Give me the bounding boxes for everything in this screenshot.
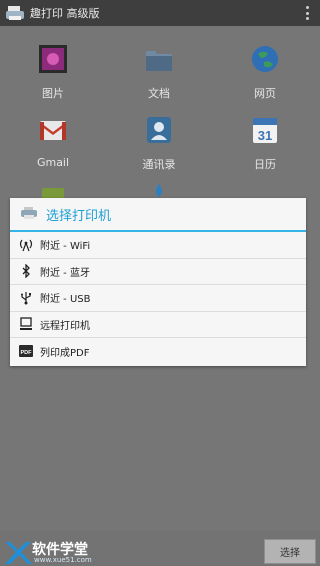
watermark-url: www.xue51.com xyxy=(34,556,92,564)
grid-item-photos[interactable]: 图片 xyxy=(0,44,106,101)
option-label: 附近 - 蓝牙 xyxy=(40,267,90,279)
grid-item-web[interactable]: 网页 xyxy=(212,44,318,101)
option-nearby-usb[interactable]: 附近 - USB xyxy=(10,285,306,312)
select-printer-dialog: 选择打印机 附近 - WiFi 附近 - 蓝牙 附近 - USB 远程打印机 P… xyxy=(10,198,306,366)
option-print-to-pdf[interactable]: PDF 列印成PDF xyxy=(10,338,306,365)
option-nearby-wifi[interactable]: 附近 - WiFi xyxy=(10,232,306,259)
dialog-header: 选择打印机 xyxy=(10,198,306,232)
option-nearby-bluetooth[interactable]: 附近 - 蓝牙 xyxy=(10,259,306,285)
printer-icon xyxy=(20,205,38,224)
calendar-icon: 31 xyxy=(250,115,280,145)
svg-text:PDF: PDF xyxy=(21,350,33,356)
dialog-title: 选择打印机 xyxy=(46,208,112,224)
grid-item-contacts[interactable]: 通讯录 xyxy=(106,115,212,172)
action-bar: 趣打印 高级版 xyxy=(0,0,320,26)
bluetooth-icon xyxy=(18,263,34,279)
printer-app-icon xyxy=(4,4,26,22)
option-label: 附近 - WiFi xyxy=(40,241,91,253)
grid-item-calendar[interactable]: 31 日历 xyxy=(212,115,318,172)
grid-item-gmail[interactable]: Gmail xyxy=(0,115,106,169)
option-label: 远程打印机 xyxy=(40,320,90,332)
overflow-menu-icon[interactable] xyxy=(306,6,310,20)
globe-icon xyxy=(250,44,280,74)
usb-icon xyxy=(18,290,34,306)
option-label: 列印成PDF xyxy=(40,347,90,359)
photo-icon xyxy=(38,44,68,74)
gmail-icon xyxy=(38,115,68,145)
svg-text:31: 31 xyxy=(258,128,272,143)
option-remote-printer[interactable]: 远程打印机 xyxy=(10,312,306,338)
option-label: 附近 - USB xyxy=(40,294,91,306)
folder-icon xyxy=(144,44,174,74)
pdf-icon: PDF xyxy=(18,343,34,359)
computer-icon xyxy=(18,316,34,332)
wifi-antenna-icon xyxy=(18,237,34,253)
select-button[interactable]: 选择 xyxy=(264,539,316,564)
grid-item-documents[interactable]: 文档 xyxy=(106,44,212,101)
contacts-icon xyxy=(144,115,174,145)
app-title: 趣打印 高级版 xyxy=(30,7,100,20)
